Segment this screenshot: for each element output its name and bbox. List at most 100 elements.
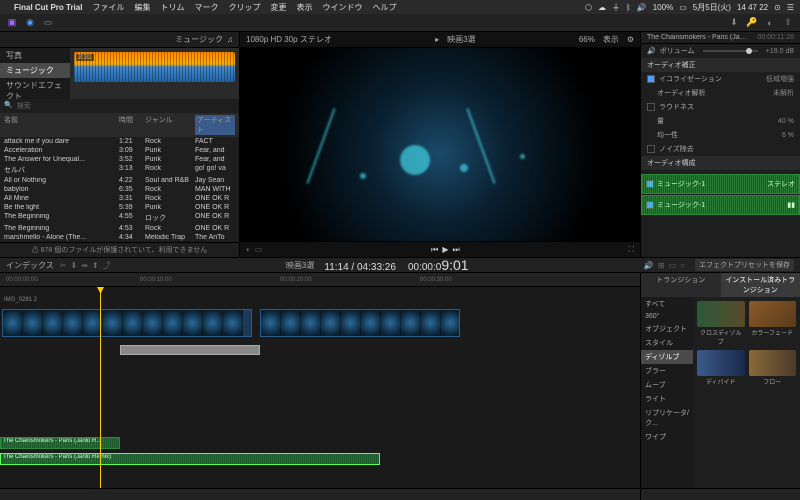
retiming-icon[interactable]: ◐ xyxy=(246,245,251,254)
fx-cat-light[interactable]: ライト xyxy=(641,392,693,406)
timeline-body[interactable]: IMG_0281 2 The Chainsmokers - Paris (Jar… xyxy=(0,287,640,488)
search-input[interactable]: 検索 xyxy=(17,101,235,111)
date-label[interactable]: 5月5日(火) xyxy=(693,2,731,13)
fx-item-flow[interactable]: フロー xyxy=(749,350,797,386)
settings-icon[interactable]: ⚙ xyxy=(627,35,634,44)
volume-icon[interactable]: 🔊 xyxy=(637,3,647,12)
loudness-checkbox[interactable] xyxy=(647,103,655,111)
track-row[interactable]: The Beginning4:55ロックONE OK R xyxy=(0,212,239,224)
sidebar-item-music[interactable]: ミュージック xyxy=(0,63,70,78)
col-artist[interactable]: アーティスト xyxy=(195,115,235,135)
col-name[interactable]: 名前 xyxy=(4,115,119,135)
fx-cat-blur[interactable]: ブラー xyxy=(641,364,693,378)
bluetooth-icon[interactable]: ᛒ xyxy=(626,3,631,12)
menu-view[interactable]: 表示 xyxy=(296,2,312,13)
solo-icon[interactable]: ○ xyxy=(680,261,685,270)
app-name[interactable]: Final Cut Pro Trial xyxy=(14,3,82,12)
photo-sound-icon[interactable]: ◉ xyxy=(24,17,36,29)
fx-cat-dissolve[interactable]: ディゾルブ xyxy=(641,350,693,364)
keyword-icon[interactable]: 🔑 xyxy=(746,17,758,29)
track-row[interactable]: All Mine3:31RockONE OK R xyxy=(0,194,239,203)
sidebar-item-sfx[interactable]: サウンドエフェクト xyxy=(0,78,70,99)
video-clip-1[interactable] xyxy=(2,309,252,337)
viewer-zoom[interactable]: 66% xyxy=(579,35,595,44)
overwrite-icon[interactable]: ⬆ xyxy=(92,261,99,270)
snap-icon[interactable]: ⊞ xyxy=(658,261,665,270)
fx-item-divide[interactable]: ディバイド xyxy=(697,350,745,386)
title-clip[interactable] xyxy=(120,345,260,355)
effects-icon[interactable]: ▭ xyxy=(255,245,263,254)
viewer-canvas[interactable] xyxy=(240,48,640,241)
menu-clip[interactable]: クリップ xyxy=(228,2,260,13)
eq-value[interactable]: 低域増強 xyxy=(766,74,794,84)
index-button[interactable]: インデックス xyxy=(6,260,54,271)
audio-track-1[interactable]: The Chainsmokers - Paris (Jarilo R... xyxy=(0,437,120,449)
trim-icon[interactable]: ✂ xyxy=(60,261,67,270)
track-row[interactable]: セルバ3:13Rockgo! go! va xyxy=(0,164,239,176)
fx-tab-transitions[interactable]: トランジション xyxy=(641,273,721,297)
menu-window[interactable]: ウインドウ xyxy=(322,2,362,13)
menu-trim[interactable]: トリム xyxy=(160,2,184,13)
menu-modify[interactable]: 変更 xyxy=(270,2,286,13)
browser-tab-label[interactable]: ミュージック xyxy=(175,34,223,45)
eq-checkbox[interactable] xyxy=(647,75,655,83)
fx-cat-360[interactable]: 360° xyxy=(641,311,693,322)
titles-icon[interactable]: ▭ xyxy=(42,17,54,29)
library-icon[interactable]: ▣ xyxy=(6,17,18,29)
menu-mark[interactable]: マーク xyxy=(194,2,218,13)
insert-icon[interactable]: ⬇ xyxy=(70,261,77,270)
timeline-ruler[interactable]: 00:00:00:00 00:00:10:00 00:00:20:00 00:0… xyxy=(0,273,640,287)
track-row[interactable]: marshmello - Alone (The...4:34Melodic Tr… xyxy=(0,233,239,242)
fx-cat-replicator[interactable]: リプリケータ/ク... xyxy=(641,406,693,430)
spotlight-icon[interactable]: ⊙ xyxy=(774,3,781,12)
connect-icon[interactable]: ⤴ xyxy=(103,260,111,271)
fx-cat-all[interactable]: すべて xyxy=(641,297,693,311)
menu-file[interactable]: ファイル xyxy=(92,2,124,13)
audio-lane-1[interactable]: ミュージック-1 ステレオ xyxy=(641,174,800,194)
track-row[interactable]: The Answer for Unequal...3:52PunkFear, a… xyxy=(0,155,239,164)
fullscreen-icon[interactable]: ⛶ xyxy=(628,245,634,255)
track-row[interactable]: Be the light5:39PunkONE OK R xyxy=(0,203,239,212)
track-row[interactable]: Acceleration3:09PunkFear, and xyxy=(0,146,239,155)
fx-cat-style[interactable]: スタイル xyxy=(641,336,693,350)
audio-lane-2[interactable]: ミュージック-1 ▮▮ xyxy=(641,195,800,215)
noise-checkbox[interactable] xyxy=(647,145,655,153)
notification-icon[interactable]: ☰ xyxy=(787,3,794,12)
import-icon[interactable]: ⬇ xyxy=(728,17,740,29)
fx-cat-move[interactable]: ムーブ xyxy=(641,378,693,392)
track-row[interactable]: attack me if you dare1:21RockFACT xyxy=(0,137,239,146)
lane1-mode[interactable]: ステレオ xyxy=(767,179,795,189)
fx-tab-installed[interactable]: インストール済みトランジション xyxy=(721,273,800,297)
bg-tasks-icon[interactable]: ◐ xyxy=(764,17,776,29)
sidebar-item-photos[interactable]: 写真 xyxy=(0,48,70,63)
col-time[interactable]: 時間 xyxy=(119,115,145,135)
skip-fwd-icon[interactable]: ⏭ xyxy=(452,245,459,255)
audio-track-2[interactable]: The Chainsmokers - Paris (Jarilo Remix) xyxy=(0,453,380,465)
battery-percent[interactable]: 100% xyxy=(653,3,673,12)
waveform-preview[interactable]: 3:31 xyxy=(70,48,239,99)
fx-item-crossdissolve[interactable]: クロスディゾルブ xyxy=(697,301,745,346)
track-row[interactable]: babylon6:35RockMAN WITH xyxy=(0,185,239,194)
audio-skim-icon[interactable]: 🔊 xyxy=(644,261,654,270)
viewer-project[interactable]: 映画3選 xyxy=(447,34,475,45)
append-icon[interactable]: ➡ xyxy=(81,261,88,270)
fx-item-colorfade[interactable]: カラーフェード xyxy=(749,301,797,346)
volume-slider[interactable] xyxy=(703,50,758,52)
preset-save-button[interactable]: エフェクトプリセットを保存 xyxy=(695,259,794,271)
col-genre[interactable]: ジャンル xyxy=(145,115,195,135)
cloud-icon[interactable]: ☁ xyxy=(598,3,606,12)
menu-edit[interactable]: 編集 xyxy=(134,2,150,13)
timeline[interactable]: 00:00:00:00 00:00:10:00 00:00:20:00 00:0… xyxy=(0,273,640,500)
track-row[interactable]: The Beginning4:53RockONE OK R xyxy=(0,224,239,233)
fx-cat-wipe[interactable]: ワイプ xyxy=(641,430,693,444)
playhead[interactable] xyxy=(100,287,101,488)
skim-icon[interactable]: ▭ xyxy=(669,261,677,270)
skip-back-icon[interactable]: ⏮ xyxy=(431,245,438,255)
fx-cat-object[interactable]: オブジェクト xyxy=(641,322,693,336)
track-row[interactable]: All or Nothing4:22Soul and R&BJay Sean xyxy=(0,176,239,185)
menu-help[interactable]: ヘルプ xyxy=(372,2,396,13)
dropbox-icon[interactable]: ⬡ xyxy=(585,3,592,12)
wifi-icon[interactable]: ⏚ xyxy=(612,2,620,13)
video-clip-2[interactable] xyxy=(260,309,460,337)
play-icon[interactable]: ▶ xyxy=(442,245,448,254)
